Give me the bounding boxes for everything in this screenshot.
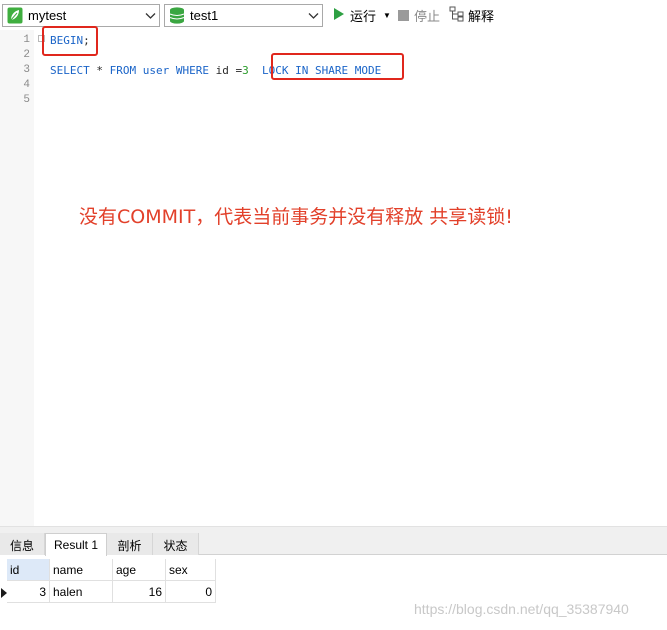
condition-value: 3 xyxy=(242,64,249,77)
tab-profile[interactable]: 剖析 xyxy=(107,533,153,555)
line-number-gutter: 1 2 3 4 5 xyxy=(0,30,34,526)
stop-icon xyxy=(398,9,409,21)
explain-button[interactable]: 解释 xyxy=(449,5,494,25)
table-cell-id[interactable]: 3 xyxy=(7,581,50,603)
annotation-text: 没有COMMIT，代表当前事务并没有释放 共享读锁! xyxy=(79,206,513,228)
tab-result-1[interactable]: Result 1 xyxy=(45,533,107,556)
stop-label: 停止 xyxy=(414,8,441,24)
stop-button[interactable]: 停止 xyxy=(398,5,440,25)
line-number: 4 xyxy=(23,79,30,91)
sql-editor[interactable]: 1 2 3 4 5 BEGIN; SELECT * FROM user WHER… xyxy=(0,26,667,526)
tab-status[interactable]: 状态 xyxy=(153,533,199,555)
chevron-down-icon xyxy=(145,9,156,20)
lock-highlight-box xyxy=(271,53,404,80)
column-header-sex[interactable]: sex xyxy=(166,559,216,581)
line-number: 2 xyxy=(23,49,30,61)
table-cell-age[interactable]: 16 xyxy=(113,581,166,603)
run-dropdown-icon[interactable]: ▼ xyxy=(383,11,391,20)
where-keyword: WHERE xyxy=(175,64,209,77)
begin-highlight-box xyxy=(42,26,98,56)
line-number: 1 xyxy=(23,34,30,46)
explain-label: 解释 xyxy=(468,8,495,24)
connection-leaf-icon xyxy=(7,7,23,24)
database-cylinder-icon xyxy=(169,7,185,24)
toolbar: mytest test1 运行 ▼ 停止 解释 xyxy=(0,0,667,30)
table-cell-sex[interactable]: 0 xyxy=(166,581,216,603)
run-button[interactable]: 运行 ▼ xyxy=(333,5,391,25)
connection-select[interactable]: mytest xyxy=(2,4,160,27)
line-number: 5 xyxy=(23,94,30,106)
tab-info[interactable]: 信息 xyxy=(0,533,45,555)
from-keyword: FROM xyxy=(109,64,137,77)
column-header-age[interactable]: age xyxy=(113,559,166,581)
column-header-id[interactable]: id xyxy=(7,559,50,581)
chevron-down-icon xyxy=(308,9,319,20)
select-keyword: SELECT xyxy=(50,64,90,77)
connection-name: mytest xyxy=(28,8,67,23)
database-name: test1 xyxy=(190,8,219,23)
result-tabs: 信息 Result 1 剖析 状态 xyxy=(0,531,667,556)
database-select[interactable]: test1 xyxy=(164,4,323,27)
column-header-name[interactable]: name xyxy=(50,559,113,581)
table-cell-name[interactable]: halen xyxy=(50,581,113,603)
condition-column: id = xyxy=(209,64,243,77)
play-icon xyxy=(333,7,345,24)
line-number: 3 xyxy=(23,64,30,76)
run-label: 运行 xyxy=(350,8,377,24)
star-token: * xyxy=(89,64,110,77)
table-name: user xyxy=(136,64,176,77)
watermark: https://blog.csdn.net/qq_35387940 xyxy=(414,601,629,617)
explain-icon xyxy=(449,6,465,25)
